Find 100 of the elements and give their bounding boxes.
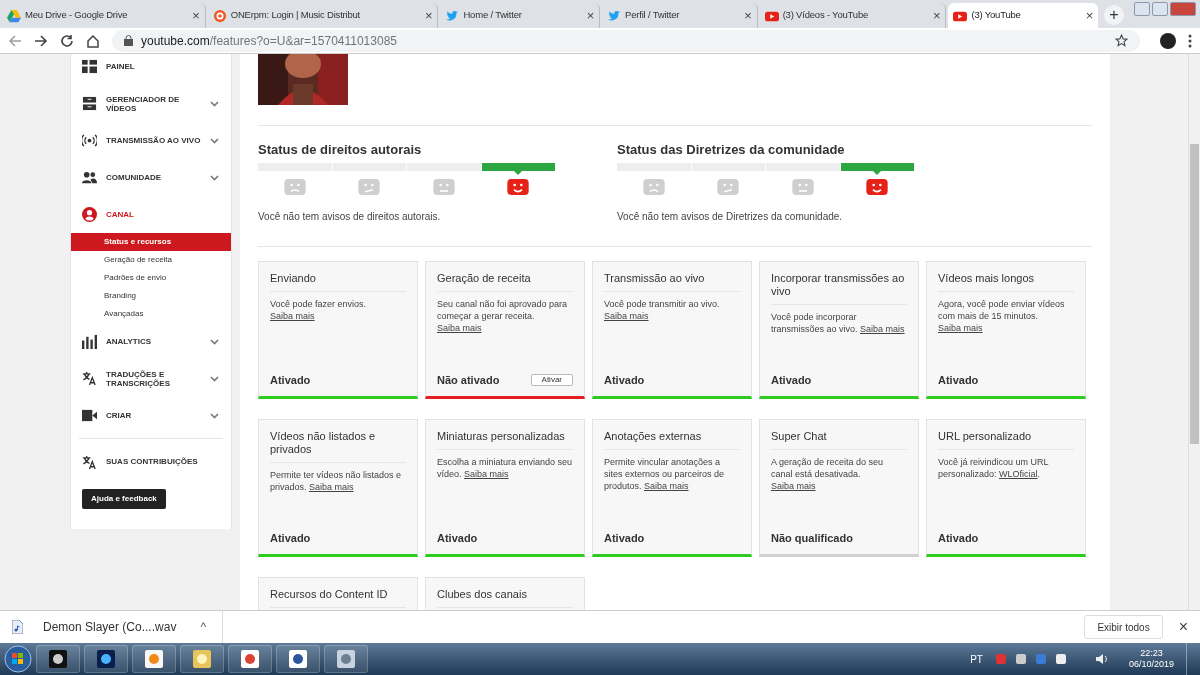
learn-more-link[interactable]: Saiba mais (771, 481, 816, 491)
app-icon (192, 649, 212, 669)
activate-button[interactable]: Ativar (530, 374, 573, 386)
address-bar[interactable]: youtube.com/features?o=U&ar=1570411013085 (112, 29, 1140, 52)
clock-time: 22:23 (1140, 648, 1163, 659)
card-title: Incorporar transmissões ao vivo (771, 272, 907, 305)
learn-more-link[interactable]: Saiba mais (270, 311, 315, 321)
card-title: Transmissão ao vivo (604, 272, 740, 292)
translate-icon (82, 371, 97, 386)
close-tab-button[interactable]: × (933, 5, 941, 26)
learn-more-link[interactable]: Saiba mais (464, 469, 509, 479)
close-tab-button[interactable]: × (586, 5, 595, 26)
app-icon (96, 649, 116, 669)
learn-more-link[interactable]: WLOficial (999, 469, 1038, 479)
sidebar-item[interactable]: TRANSMISSÃO AO VIVO (71, 122, 231, 159)
sidebar-item[interactable]: COMUNIDADE (71, 159, 231, 196)
smiley-face-icon (866, 179, 889, 195)
status-label: Ativado (938, 530, 979, 546)
tray-icon[interactable] (1014, 653, 1027, 665)
sidebar-item[interactable]: TRADUÇÕES E TRANSCRIÇÕES (71, 360, 231, 397)
taskbar-app-button[interactable] (84, 645, 128, 673)
browser-tab[interactable]: (3) YouTube × (948, 3, 1099, 28)
face-icon (283, 179, 306, 195)
learn-more-link[interactable]: Saiba mais (604, 311, 649, 321)
home-icon[interactable] (86, 33, 100, 48)
sidebar-item[interactable]: GERENCIADOR DE VÍDEOS (71, 85, 231, 122)
close-tab-button[interactable]: × (425, 5, 433, 26)
learn-more-link[interactable]: Saiba mais (644, 481, 689, 491)
video-camera-icon (82, 408, 97, 423)
status-label: Não ativado (437, 372, 500, 388)
drive-icon (7, 8, 21, 23)
taskbar-app-button[interactable] (36, 645, 80, 673)
help-button[interactable]: Ajuda e feedback (82, 489, 166, 509)
card-description: Agora, você pode enviar vídeos com mais de 15 minutos. Saiba mais (938, 298, 1066, 334)
start-orb-icon[interactable] (4, 645, 32, 673)
taskbar-app-button[interactable] (180, 645, 224, 673)
sidebar-subitem[interactable]: Branding (71, 287, 231, 305)
sidebar-subitem[interactable]: Status e recursos (71, 233, 231, 251)
bird-icon (445, 8, 460, 23)
sidebar-item[interactable]: SUAS CONTRIBUIÇÕES (71, 447, 231, 477)
card-description: Você pode incorporar transmissões ao vivo. Saiba mais (771, 311, 906, 335)
face-icon (791, 179, 814, 195)
learn-more-link[interactable]: Saiba mais (309, 482, 354, 492)
tray-icon[interactable] (1054, 653, 1067, 665)
speaker-icon[interactable] (1094, 653, 1109, 665)
close-tab-button[interactable]: × (1085, 5, 1094, 26)
close-button[interactable]: × (1178, 615, 1188, 639)
card-title: Super Chat (771, 430, 907, 450)
section-title: Status de direitos autorais (258, 141, 423, 156)
card-description: Seu canal não foi aprovado para começar a gerar receita. Saiba mais (437, 298, 569, 334)
sidebar-item[interactable]: CRIAR (71, 397, 231, 434)
sidebar-subitem[interactable]: Avançadas (71, 305, 231, 323)
url-text: youtube.com/features?o=U&ar=1570411013085 (141, 32, 397, 50)
face-icon (358, 179, 381, 195)
card-title: Enviando (270, 272, 406, 292)
status-label: Ativado (437, 530, 478, 546)
reload-icon[interactable] (60, 33, 74, 48)
star-icon[interactable] (1115, 34, 1128, 47)
taskbar-app-button[interactable] (132, 645, 176, 673)
card-title: Geração de receita (437, 272, 573, 292)
sidebar-item[interactable]: PAINEL (71, 54, 231, 85)
status-label: Ativado (604, 372, 645, 388)
close-tab-button[interactable]: × (744, 5, 752, 26)
card-description: A geração de receita do seu canal está desativada. Saiba mais (771, 456, 885, 492)
card-title: Miniaturas personalizadas (437, 430, 573, 450)
language-indicator[interactable]: PT (970, 651, 983, 667)
circle-logo-icon (212, 8, 227, 23)
card-description: Você pode fazer envios. Saiba mais (270, 298, 368, 322)
sidebar-subitem[interactable]: Padrões de envio (71, 269, 231, 287)
new-tab-button[interactable]: + (1104, 5, 1124, 25)
more-icon[interactable] (1188, 33, 1192, 48)
sidebar-item[interactable]: CANAL (71, 196, 231, 233)
taskbar-app-button[interactable] (276, 645, 320, 673)
learn-more-link[interactable]: Saiba mais (860, 324, 905, 334)
taskbar-app-button[interactable] (324, 645, 368, 673)
card-title: Recursos do Content ID (270, 588, 406, 608)
card-title: Anotações externas (604, 430, 740, 450)
taskbar-app-button[interactable] (228, 645, 272, 673)
card-description: Permite ter vídeos não listados e privados. Saiba mais (270, 469, 403, 493)
people-icon (82, 170, 97, 185)
learn-more-link[interactable]: Saiba mais (938, 323, 983, 333)
face-icon (717, 179, 740, 195)
status-label: Ativado (270, 530, 311, 546)
card-description: Escolha a miniatura enviando seu vídeo. Saiba mais (437, 456, 573, 480)
profile-avatar[interactable] (1160, 32, 1176, 49)
back-icon[interactable] (8, 33, 22, 48)
sidebar-subitem[interactable]: Geração de receita (71, 251, 231, 269)
drawer-icon (82, 96, 97, 111)
card-title: Vídeos mais longos (938, 272, 1074, 292)
show-all-button[interactable]: Exibir todos (1084, 615, 1163, 639)
close-tab-button[interactable]: × (192, 5, 200, 26)
app-icon (48, 649, 68, 669)
bird-icon (607, 8, 622, 23)
card-title: Vídeos não listados e privados (270, 430, 406, 463)
app-icon (144, 649, 164, 669)
music-file-icon (12, 620, 23, 634)
sidebar-item[interactable]: ANALYTICS (71, 323, 231, 360)
learn-more-link[interactable]: Saiba mais (437, 323, 482, 333)
forward-icon[interactable] (34, 33, 48, 48)
dashboard-icon (82, 59, 97, 74)
